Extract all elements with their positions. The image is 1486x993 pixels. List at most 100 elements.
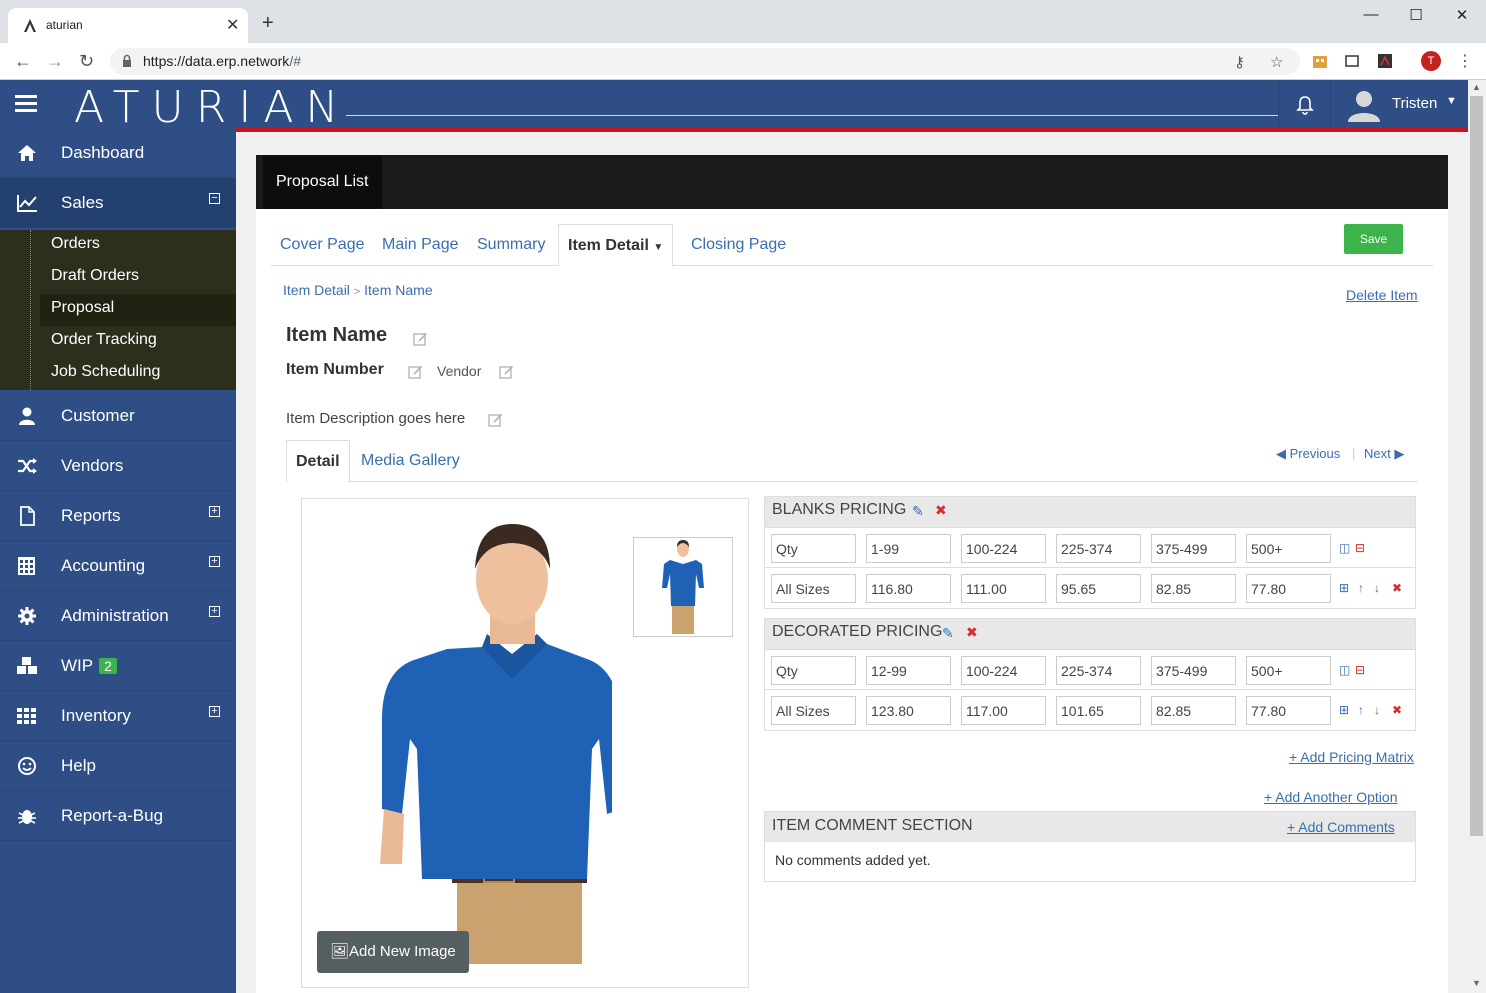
delete-item-link[interactable]: Delete Item [1346, 287, 1418, 303]
screenshot-icon[interactable] [1343, 52, 1361, 70]
qty-break-field[interactable]: 100-224 [961, 534, 1046, 563]
star-icon[interactable]: ☆ [1270, 53, 1283, 71]
bell-icon[interactable] [1294, 94, 1316, 116]
tab-main-page[interactable]: Main Page [382, 236, 459, 254]
edit-icon[interactable] [488, 412, 503, 427]
tab-item-detail[interactable]: Item Detail ▼ [558, 224, 674, 267]
tab-detail[interactable]: Detail [286, 440, 350, 483]
delete-row-icon[interactable]: ✖ [1392, 581, 1402, 595]
submenu-item-orders[interactable]: Orders [51, 235, 100, 253]
add-column-icon[interactable]: ◫ [1339, 541, 1350, 555]
edit-icon[interactable]: ✎ [942, 625, 954, 642]
page-scrollbar[interactable]: ▲ ▼ [1468, 80, 1486, 993]
add-comments-link[interactable]: + Add Comments [1287, 819, 1395, 835]
expand-icon[interactable]: + [209, 706, 220, 717]
size-label-field[interactable]: All Sizes [771, 696, 856, 725]
qty-break-field[interactable]: 225-374 [1056, 534, 1141, 563]
qty-break-field[interactable]: 500+ [1246, 534, 1331, 563]
sidebar-item-help[interactable]: Help [0, 741, 236, 791]
breadcrumb-item-detail[interactable]: Item Detail [283, 282, 350, 298]
size-label-field[interactable]: All Sizes [771, 574, 856, 603]
add-row-icon[interactable]: ⊞ [1339, 581, 1349, 595]
tab-summary[interactable]: Summary [477, 236, 545, 254]
next-link[interactable]: Next ▶ [1364, 446, 1404, 462]
chevron-down-icon[interactable]: ▼ [1446, 95, 1457, 107]
profile-avatar[interactable]: T [1421, 51, 1441, 71]
scrollbar-thumb[interactable] [1470, 96, 1483, 836]
price-field[interactable]: 123.80 [866, 696, 951, 725]
tab-closing-page[interactable]: Closing Page [691, 236, 786, 254]
sidebar-item-vendors[interactable]: Vendors [0, 441, 236, 491]
submenu-item-job-scheduling[interactable]: Job Scheduling [51, 363, 160, 381]
remove-column-icon[interactable]: ⊟ [1355, 541, 1365, 555]
tab-close-icon[interactable]: ✕ [226, 15, 239, 35]
qty-break-field[interactable]: 100-224 [961, 656, 1046, 685]
window-close-icon[interactable]: ✕ [1447, 6, 1477, 26]
move-up-icon[interactable]: ↑ [1358, 581, 1364, 595]
forward-icon[interactable]: → [46, 51, 64, 72]
qty-break-field[interactable]: 500+ [1246, 656, 1331, 685]
back-icon[interactable]: ← [14, 51, 32, 72]
browser-tab[interactable]: aturian ✕ [8, 8, 248, 43]
submenu-item-draft-orders[interactable]: Draft Orders [51, 267, 139, 285]
edit-icon[interactable] [408, 364, 423, 379]
add-new-image-button[interactable]: 🖼Add New Image [317, 931, 469, 973]
expand-icon[interactable]: + [209, 606, 220, 617]
previous-link[interactable]: ◀ Previous [1276, 446, 1340, 462]
user-avatar-icon[interactable] [1346, 88, 1382, 122]
breadcrumb-item-name[interactable]: Item Name [364, 282, 432, 298]
move-down-icon[interactable]: ↓ [1374, 703, 1380, 717]
move-down-icon[interactable]: ↓ [1374, 581, 1380, 595]
price-field[interactable]: 111.00 [961, 574, 1046, 603]
minimize-icon[interactable]: — [1356, 6, 1386, 26]
qty-break-field[interactable]: 1-99 [866, 534, 951, 563]
price-field[interactable]: 117.00 [961, 696, 1046, 725]
extension-icon[interactable] [1311, 52, 1329, 70]
hamburger-icon[interactable] [15, 95, 37, 113]
sidebar-item-dashboard[interactable]: Dashboard [0, 128, 236, 178]
qty-break-field[interactable]: 375-499 [1151, 656, 1236, 685]
edit-icon[interactable] [499, 364, 514, 379]
add-pricing-matrix-link[interactable]: + Add Pricing Matrix [1289, 749, 1419, 765]
price-field[interactable]: 77.80 [1246, 696, 1331, 725]
tab-media-gallery[interactable]: Media Gallery [361, 452, 460, 470]
url-input[interactable]: https://data.erp.network/# ⚷ ☆ [110, 48, 1300, 75]
submenu-item-order-tracking[interactable]: Order Tracking [51, 331, 157, 349]
edit-icon[interactable] [413, 331, 428, 346]
pdf-icon[interactable] [1376, 52, 1394, 70]
new-tab-icon[interactable]: + [262, 13, 274, 33]
save-button[interactable]: Save [1344, 224, 1403, 254]
price-field[interactable]: 82.85 [1151, 696, 1236, 725]
tab-cover-page[interactable]: Cover Page [280, 236, 365, 254]
collapse-icon[interactable]: − [209, 193, 220, 204]
edit-icon[interactable]: ✎ [912, 503, 924, 520]
sidebar-item-customer[interactable]: Customer [0, 391, 236, 441]
delete-icon[interactable]: ✖ [966, 624, 978, 641]
submenu-item-proposal[interactable]: Proposal [51, 299, 114, 317]
qty-break-field[interactable]: 12-99 [866, 656, 951, 685]
key-icon[interactable]: ⚷ [1234, 53, 1245, 71]
add-row-icon[interactable]: ⊞ [1339, 703, 1349, 717]
add-another-option-link[interactable]: + Add Another Option [1264, 789, 1398, 805]
sidebar-item-administration[interactable]: Administration + [0, 591, 236, 641]
price-field[interactable]: 82.85 [1151, 574, 1236, 603]
price-field[interactable]: 116.80 [866, 574, 951, 603]
maximize-icon[interactable]: ☐ [1401, 6, 1431, 26]
product-thumbnail[interactable] [633, 537, 733, 637]
price-field[interactable]: 101.65 [1056, 696, 1141, 725]
scroll-down-icon[interactable]: ▼ [1472, 978, 1481, 988]
expand-icon[interactable]: + [209, 506, 220, 517]
delete-icon[interactable]: ✖ [935, 502, 947, 519]
price-field[interactable]: 77.80 [1246, 574, 1331, 603]
sidebar-item-reports[interactable]: Reports + [0, 491, 236, 541]
sidebar-item-report-a-bug[interactable]: Report-a-Bug [0, 791, 236, 841]
sidebar-item-inventory[interactable]: Inventory + [0, 691, 236, 741]
qty-break-field[interactable]: 225-374 [1056, 656, 1141, 685]
sidebar-item-sales[interactable]: Sales − [0, 178, 236, 228]
qty-break-field[interactable]: 375-499 [1151, 534, 1236, 563]
user-name[interactable]: Tristen [1392, 95, 1437, 112]
add-column-icon[interactable]: ◫ [1339, 663, 1350, 677]
sidebar-item-wip[interactable]: WIP 2 [0, 641, 236, 691]
scroll-up-icon[interactable]: ▲ [1472, 82, 1481, 92]
delete-row-icon[interactable]: ✖ [1392, 703, 1402, 717]
